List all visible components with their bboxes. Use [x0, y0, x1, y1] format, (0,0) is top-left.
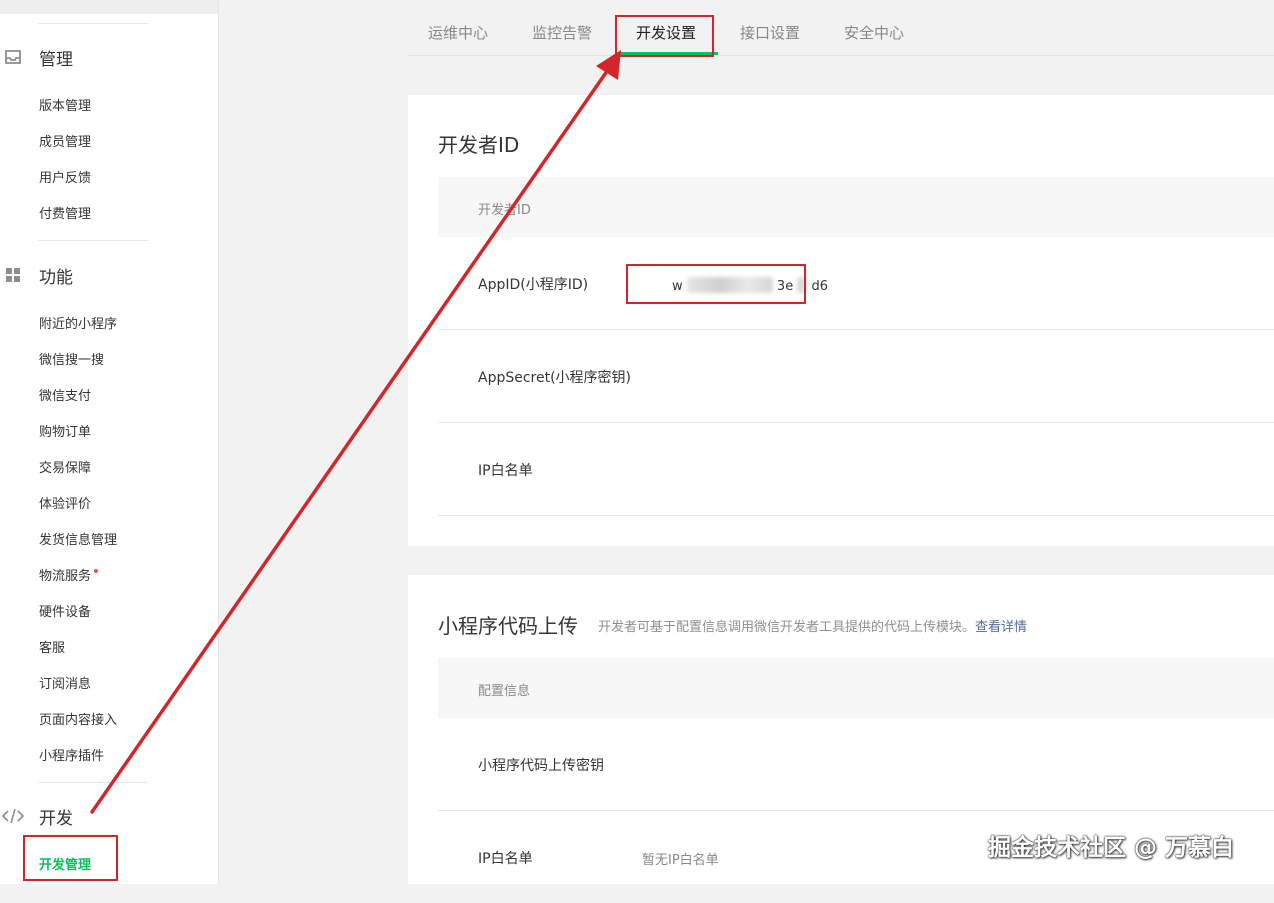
sidebar-item-payment-manage[interactable]: 付费管理 — [39, 206, 91, 224]
sidebar-item-version[interactable]: 版本管理 — [39, 98, 91, 116]
view-details-link[interactable]: 查看详情 — [975, 620, 1027, 635]
sidebar-item-wechat-pay[interactable]: 微信支付 — [39, 388, 91, 406]
sidebar-divider — [38, 23, 148, 24]
sidebar-item-reviews[interactable]: 体验评价 — [39, 496, 91, 514]
sidebar-item-label: 物流服务 — [39, 569, 92, 584]
highlight-box — [23, 835, 118, 881]
sidebar-item-feedback[interactable]: 用户反馈 — [39, 170, 91, 188]
table-row: AppSecret(小程序密钥) — [438, 330, 1274, 423]
notification-dot — [94, 569, 99, 573]
highlight-box — [626, 264, 806, 304]
tab-security-center[interactable]: 安全中心 — [844, 22, 904, 43]
sidebar-item-trade-protection[interactable]: 交易保障 — [39, 460, 91, 478]
sidebar-item-subscribe-messages[interactable]: 订阅消息 — [39, 676, 91, 694]
ip-whitelist-label: IP白名单 — [478, 463, 533, 479]
watermark: 掘金技术社区 @ 万慕白 — [988, 835, 1235, 861]
ip-whitelist-label: IP白名单 — [478, 851, 533, 867]
description-text: 开发者可基于配置信息调用微信开发者工具提供的代码上传模块。 — [598, 620, 976, 635]
table-header: 开发者ID — [438, 177, 1274, 237]
appid-label: AppID(小程序ID) — [478, 277, 589, 293]
sidebar-item-hardware[interactable]: 硬件设备 — [39, 604, 91, 622]
sidebar-item-search[interactable]: 微信搜一搜 — [39, 352, 104, 370]
sidebar-top-shade — [0, 0, 218, 14]
table-row: AppID(小程序ID) w 3e d6 — [438, 237, 1274, 330]
table-row: 小程序代码上传密钥 — [438, 718, 1274, 811]
sidebar-item-orders[interactable]: 购物订单 — [39, 424, 91, 442]
tab-ops-center[interactable]: 运维中心 — [428, 22, 488, 43]
code-icon — [2, 805, 24, 827]
appid-value-end: d6 — [811, 279, 829, 294]
panel-description: 开发者可基于配置信息调用微信开发者工具提供的代码上传模块。查看详情 — [598, 616, 1027, 635]
sidebar-section-features: 功能 — [0, 260, 73, 290]
sidebar-item-shipping-info[interactable]: 发货信息管理 — [39, 532, 117, 550]
table-header-label: 开发者ID — [478, 203, 531, 218]
table-header-label: 配置信息 — [478, 684, 531, 699]
sidebar-divider — [38, 240, 148, 241]
inbox-icon — [2, 46, 24, 68]
tab-bar: 运维中心 监控告警 开发设置 接口设置 安全中心 — [408, 0, 1274, 57]
appsecret-label: AppSecret(小程序密钥) — [478, 370, 632, 386]
sidebar-item-page-content[interactable]: 页面内容接入 — [39, 712, 117, 730]
sidebar-item-plugins[interactable]: 小程序插件 — [39, 748, 104, 766]
sidebar-item-logistics[interactable]: 物流服务 — [39, 568, 99, 586]
sidebar-item-members[interactable]: 成员管理 — [39, 134, 91, 152]
upload-key-label: 小程序代码上传密钥 — [478, 758, 604, 774]
developer-id-panel: 开发者ID 开发者ID AppID(小程序ID) w 3e d6 AppSecr… — [408, 95, 1274, 546]
sidebar-section-title: 开发 — [39, 808, 73, 829]
sidebar-divider — [38, 782, 148, 783]
sidebar-section-develop: 开发 — [0, 801, 73, 831]
sidebar-item-nearby[interactable]: 附近的小程序 — [39, 316, 117, 334]
table-row: IP白名单 — [438, 423, 1274, 516]
tab-api-settings[interactable]: 接口设置 — [740, 22, 800, 43]
grid-icon — [2, 264, 24, 286]
sidebar-section-title: 功能 — [39, 267, 73, 288]
sidebar-item-customer-service[interactable]: 客服 — [39, 640, 65, 658]
panel-title: 开发者ID — [438, 133, 520, 157]
highlight-box — [615, 15, 714, 57]
sidebar-section-manage: 管理 — [0, 42, 73, 72]
ip-whitelist-value: 暂无IP白名单 — [642, 853, 719, 868]
tab-monitoring[interactable]: 监控告警 — [532, 22, 592, 43]
panel-title: 小程序代码上传 — [438, 614, 578, 638]
table-header: 配置信息 — [438, 658, 1274, 718]
sidebar: 管理 版本管理 成员管理 用户反馈 付费管理 功能 附近的小程序 微信搜一搜 微… — [0, 0, 219, 884]
sidebar-section-title: 管理 — [39, 49, 73, 70]
